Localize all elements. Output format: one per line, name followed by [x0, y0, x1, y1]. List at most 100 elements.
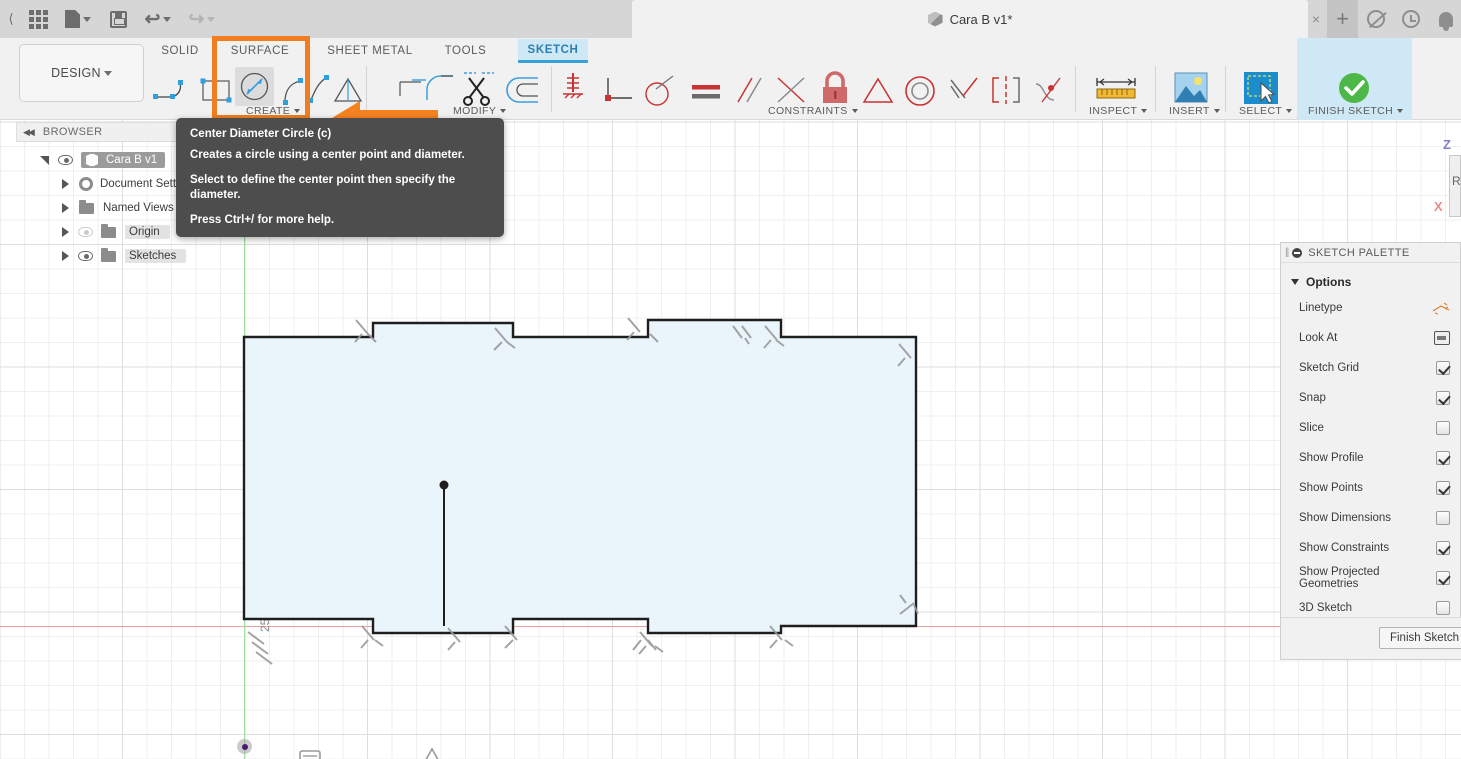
palette-row-sketch-grid[interactable]: Sketch Grid	[1281, 353, 1460, 383]
back-chevron-icon[interactable]: ⟨	[2, 0, 20, 38]
tree-item-sketches[interactable]: Sketches	[16, 244, 201, 268]
constraint-tangent[interactable]	[640, 72, 680, 110]
new-tab-button[interactable]: +	[1327, 0, 1358, 38]
palette-row-label: Show Constraints	[1299, 542, 1390, 554]
tooltip-title: Center Diameter Circle (c)	[190, 128, 332, 140]
app-grid-button[interactable]	[20, 0, 56, 38]
show-dimensions-checkbox[interactable]	[1436, 511, 1450, 525]
options-section-header[interactable]: Options	[1281, 271, 1460, 293]
constraint-fix[interactable]	[815, 70, 855, 110]
new-document-button[interactable]	[56, 0, 100, 38]
constraint-equal[interactable]	[687, 72, 725, 110]
3d-sketch-checkbox[interactable]	[1436, 601, 1450, 615]
linetype-icon[interactable]	[1432, 302, 1450, 315]
expander-open-icon[interactable]	[40, 155, 49, 165]
sketch-profile-region[interactable]	[242, 318, 918, 635]
expander-closed-icon[interactable]	[62, 203, 69, 213]
browser-header[interactable]: ◀◀ BROWSER	[16, 122, 201, 142]
group-label-insert[interactable]: INSERT	[1169, 105, 1220, 117]
tree-item-cara-b[interactable]: Cara B v1	[16, 148, 201, 172]
tool-select[interactable]	[1242, 70, 1280, 106]
close-tab-button[interactable]: ×	[1305, 0, 1327, 38]
expander-closed-icon[interactable]	[62, 179, 69, 189]
triangle-icon	[862, 77, 894, 103]
visibility-eye-off-icon[interactable]	[78, 227, 93, 237]
parallel-icon	[737, 77, 762, 103]
select-cursor-icon	[1244, 72, 1278, 104]
document-tab[interactable]: Cara B v1*	[632, 0, 1308, 38]
scissors-trim-icon	[463, 72, 494, 106]
expander-closed-icon[interactable]	[62, 251, 69, 261]
palette-row-snap[interactable]: Snap	[1281, 383, 1460, 413]
recent-button[interactable]	[1393, 0, 1428, 38]
tab-sheet-metal[interactable]: SHEET METAL	[325, 39, 415, 63]
expander-closed-icon[interactable]	[62, 227, 69, 237]
group-label-finish-sketch[interactable]: FINISH SKETCH	[1308, 105, 1404, 117]
look-at-icon[interactable]	[1434, 331, 1450, 345]
sketch-origin-point[interactable]	[237, 739, 252, 754]
constraint-collinear[interactable]	[943, 72, 983, 110]
tool-rectangle[interactable]	[195, 72, 237, 110]
visibility-eye-icon[interactable]	[78, 251, 93, 261]
finish-sketch-button[interactable]	[1335, 70, 1373, 106]
show-profile-checkbox[interactable]	[1436, 451, 1450, 465]
browser-header-label: BROWSER	[42, 126, 103, 138]
constraint-perpendicular[interactable]	[598, 72, 638, 110]
palette-row-label: Show Projected Geometries	[1299, 566, 1380, 590]
group-label-modify[interactable]: MODIFY	[453, 105, 507, 117]
snap-checkbox[interactable]	[1436, 391, 1450, 405]
tool-trim[interactable]	[460, 68, 498, 110]
tool-offset[interactable]	[505, 72, 547, 110]
tool-measure[interactable]	[1090, 74, 1142, 104]
browser-panel: ◀◀ BROWSER Cara B v1 Document Settings N…	[16, 122, 201, 268]
tab-surface[interactable]: SURFACE	[228, 39, 292, 63]
tool-center-diameter-circle[interactable]	[235, 67, 274, 106]
palette-row-linetype[interactable]: Linetype	[1281, 293, 1460, 323]
collapse-icon[interactable]	[1292, 247, 1303, 258]
tree-item-document-settings[interactable]: Document Settings	[16, 172, 201, 196]
offset-icon	[506, 77, 538, 103]
save-button[interactable]	[100, 0, 136, 38]
tab-solid[interactable]: SOLID	[157, 39, 203, 63]
constraint-parallel[interactable]	[730, 72, 768, 110]
tab-tools[interactable]: TOOLS	[443, 39, 488, 63]
redo-button[interactable]: ↪	[180, 0, 224, 38]
show-constraints-checkbox[interactable]	[1436, 541, 1450, 555]
palette-row-show-profile[interactable]: Show Profile	[1281, 443, 1460, 473]
tool-mirror[interactable]	[553, 70, 593, 110]
undo-button[interactable]: ↩	[136, 0, 180, 38]
sketch-endpoint[interactable]	[439, 480, 449, 490]
viewcube[interactable]: R	[1449, 155, 1461, 217]
visibility-eye-icon[interactable]	[58, 155, 73, 165]
constraint-symmetric[interactable]	[986, 72, 1026, 110]
help-button[interactable]	[1358, 0, 1393, 38]
show-points-checkbox[interactable]	[1436, 481, 1450, 495]
tree-item-origin[interactable]: Origin	[16, 220, 201, 244]
palette-row-look-at[interactable]: Look At	[1281, 323, 1460, 353]
finish-sketch-palette-button[interactable]: Finish Sketch	[1378, 627, 1461, 649]
constraint-concentric[interactable]	[900, 72, 940, 110]
tree-item-named-views[interactable]: Named Views	[16, 196, 201, 220]
palette-row-show-projected-geometries[interactable]: Show Projected Geometries	[1281, 563, 1460, 593]
palette-row-show-points[interactable]: Show Points	[1281, 473, 1460, 503]
drag-grip-icon[interactable]: ||	[1285, 247, 1289, 258]
palette-row-show-dimensions[interactable]: Show Dimensions	[1281, 503, 1460, 533]
palette-row-slice[interactable]: Slice	[1281, 413, 1460, 443]
tool-arc[interactable]	[150, 72, 192, 110]
notifications-button[interactable]	[1428, 0, 1461, 38]
tool-insert[interactable]	[1172, 70, 1210, 106]
show-projected-geometries-checkbox[interactable]	[1436, 571, 1450, 585]
group-label-create[interactable]: CREATE	[246, 105, 301, 117]
constraint-symmetry[interactable]	[858, 72, 898, 110]
palette-row-show-constraints[interactable]: Show Constraints	[1281, 533, 1460, 563]
sketch-palette-header[interactable]: || SKETCH PALETTE	[1281, 243, 1460, 263]
perpendicular-icon	[605, 78, 632, 101]
group-label-constraints[interactable]: CONSTRAINTS	[768, 105, 858, 117]
group-label-inspect[interactable]: INSPECT	[1089, 105, 1148, 117]
collapse-left-icon[interactable]: ◀◀	[23, 127, 35, 138]
constraint-curvature[interactable]	[1030, 72, 1070, 110]
slice-checkbox[interactable]	[1436, 421, 1450, 435]
group-label-select[interactable]: SELECT	[1239, 105, 1293, 117]
tab-sketch[interactable]: SKETCH	[518, 39, 588, 63]
sketch-grid-checkbox[interactable]	[1436, 361, 1450, 375]
